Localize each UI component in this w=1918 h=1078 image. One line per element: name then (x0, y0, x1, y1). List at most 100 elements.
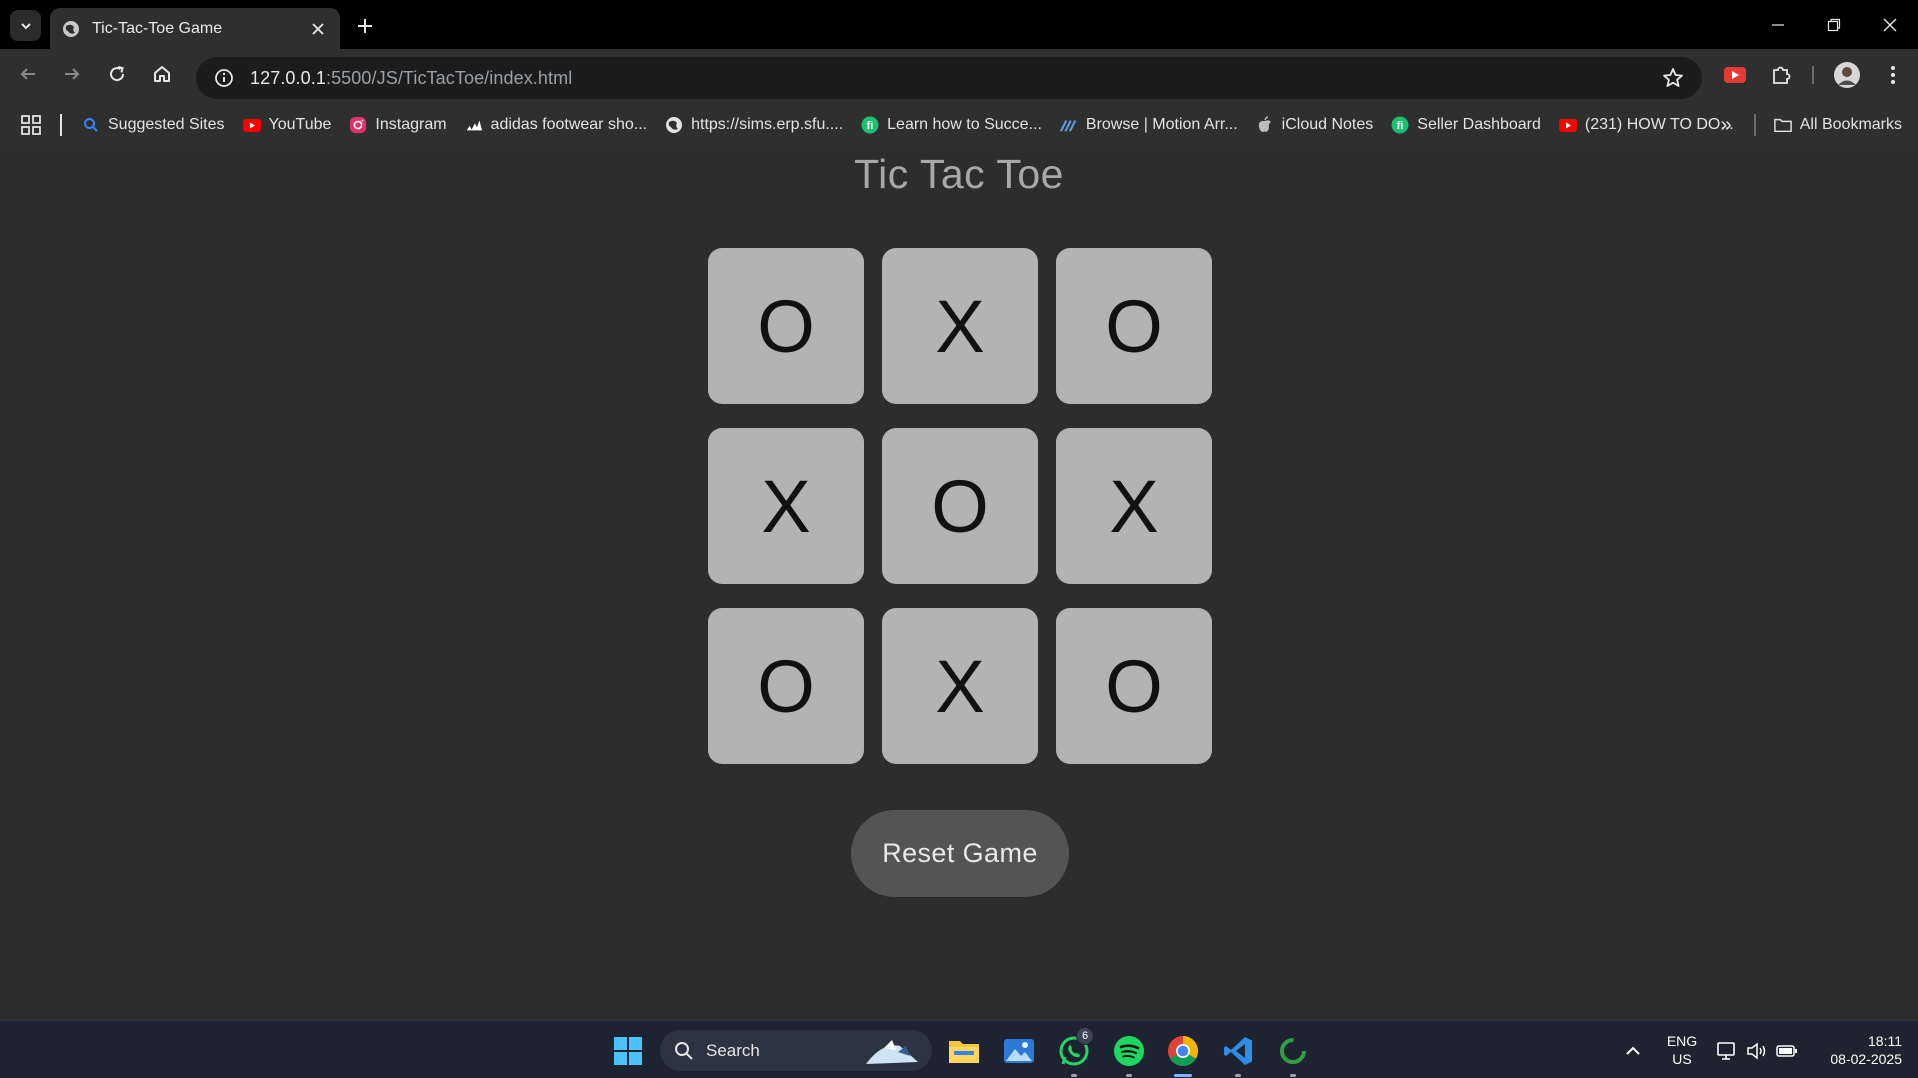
minimize-icon (1772, 23, 1784, 26)
more-bookmarks-icon[interactable]: » (1721, 114, 1732, 137)
board-cell-5[interactable]: O (882, 428, 1038, 584)
bookmark-label: Browse | Motion Arr... (1085, 116, 1238, 133)
svg-text:fi: fi (867, 120, 874, 132)
forward-button[interactable] (56, 58, 88, 90)
close-window-button[interactable] (1862, 0, 1918, 49)
photos-button[interactable] (999, 1031, 1039, 1071)
bookmark-item[interactable]: fi Seller Dashboard (1391, 116, 1541, 134)
loading-ring-icon (1280, 1038, 1306, 1064)
tab-active[interactable]: Tic-Tac-Toe Game (50, 8, 340, 49)
restore-button[interactable] (1806, 0, 1862, 49)
tab-close-icon[interactable] (308, 19, 328, 39)
url-path: :5500/JS/TicTacToe/index.html (325, 67, 573, 88)
whatsapp-button[interactable]: 6 (1054, 1027, 1094, 1077)
youtube-icon (242, 116, 261, 134)
bookmarks-bar: Suggested Sites YouTube Instagram adidas fo… (0, 99, 1918, 151)
bookmark-item[interactable]: fi Learn how to Succe... (861, 116, 1042, 134)
bookmark-label: adidas footwear sho... (490, 116, 648, 133)
puzzle-icon (1773, 66, 1791, 84)
all-bookmarks-button[interactable]: All Bookmarks (1773, 116, 1902, 134)
spotify-button[interactable] (1109, 1031, 1149, 1077)
url-text: 127.0.0.1:5500/JS/TicTacToe/index.html (250, 68, 572, 89)
taskbar-clock[interactable]: 18:11 08-02-2025 (1812, 1032, 1902, 1068)
bookmark-item[interactable]: https://sims.erp.sfu.... (665, 116, 843, 134)
windows-taskbar: Search 6 ENG US 18:11 08-02-2025 (0, 1020, 1918, 1078)
home-button[interactable] (146, 58, 178, 90)
bookmark-item[interactable]: Instagram (349, 116, 447, 134)
running-indicator (1235, 1074, 1241, 1077)
game-page: Tic Tac Toe O X O X O X O X O Reset Game (0, 151, 1918, 1020)
browser-titlebar: Tic-Tac-Toe Game (0, 0, 1918, 49)
profile-avatar[interactable] (1831, 59, 1863, 91)
bookmarks-divider (60, 114, 62, 136)
chrome-button[interactable] (1163, 1031, 1203, 1077)
language-code: ENG (1666, 1033, 1698, 1049)
region-code: US (1672, 1051, 1692, 1067)
home-icon (154, 66, 170, 82)
board-cell-1[interactable]: O (708, 248, 864, 404)
board-cell-6[interactable]: X (1056, 428, 1212, 584)
bookmark-label: Learn how to Succe... (887, 116, 1042, 133)
notification-badge: 6 (1076, 1027, 1094, 1045)
bookmark-item[interactable]: iCloud Notes (1256, 116, 1373, 134)
tab-title: Tic-Tac-Toe Game (92, 19, 223, 37)
youtube-extension-icon (1724, 67, 1746, 83)
running-indicator (1071, 1074, 1077, 1077)
bookmarks-right: » All Bookmarks (1721, 99, 1906, 151)
loading-app-button[interactable] (1273, 1031, 1313, 1077)
board-cell-3[interactable]: O (1056, 248, 1212, 404)
search-highlight-icon (866, 1040, 918, 1064)
board-cell-8[interactable]: X (882, 608, 1038, 764)
tab-search-button[interactable] (10, 10, 41, 41)
bookmark-star-icon[interactable] (1662, 67, 1684, 94)
search-icon (675, 1041, 693, 1060)
start-button[interactable] (608, 1031, 648, 1071)
bookmark-item[interactable]: adidas footwear sho... (465, 116, 648, 134)
chevron-down-icon (20, 22, 31, 29)
bookmark-label: (231) HOW TO DO... (1584, 116, 1734, 133)
vscode-icon (1224, 1037, 1252, 1065)
plus-icon (358, 19, 372, 33)
folder-icon (949, 1041, 979, 1063)
bookmark-list: Suggested Sites YouTube Instagram adidas fo… (82, 116, 1752, 134)
battery-button[interactable] (1767, 1031, 1807, 1071)
back-button[interactable] (12, 58, 44, 90)
browser-menu-button[interactable] (1877, 59, 1909, 91)
search-icon (82, 116, 100, 134)
vscode-button[interactable] (1218, 1031, 1258, 1077)
all-bookmarks-label: All Bookmarks (1799, 116, 1902, 133)
running-indicator (1290, 1074, 1296, 1077)
reload-icon (110, 66, 125, 82)
bookmark-item[interactable]: YouTube (242, 116, 332, 134)
apps-grid-icon[interactable] (20, 114, 42, 136)
motion-array-icon (1059, 116, 1078, 134)
speaker-icon (1747, 1042, 1766, 1060)
active-indicator (1174, 1074, 1192, 1077)
file-explorer-button[interactable] (944, 1031, 984, 1071)
bookmark-label: Instagram (375, 116, 447, 133)
address-bar[interactable]: 127.0.0.1:5500/JS/TicTacToe/index.html (196, 57, 1702, 99)
board-cell-9[interactable]: O (1056, 608, 1212, 764)
language-indicator[interactable]: ENG US (1664, 1032, 1700, 1068)
show-hidden-icons-button[interactable] (1613, 1031, 1653, 1071)
photos-icon (1004, 1039, 1034, 1063)
new-tab-button[interactable] (352, 13, 378, 39)
arrow-right-icon (65, 68, 80, 80)
extensions-button[interactable] (1765, 59, 1797, 91)
bookmark-label: YouTube (268, 116, 332, 133)
board-cell-4[interactable]: X (708, 428, 864, 584)
board-cell-2[interactable]: X (882, 248, 1038, 404)
bookmark-label: Seller Dashboard (1417, 116, 1541, 133)
taskbar-search[interactable]: Search (660, 1030, 932, 1071)
minimize-button[interactable] (1750, 0, 1806, 49)
board-cell-7[interactable]: O (708, 608, 864, 764)
reload-button[interactable] (101, 58, 133, 90)
bookmark-item[interactable]: Browse | Motion Arr... (1059, 116, 1238, 134)
extension-youtube-button[interactable] (1719, 59, 1751, 91)
bookmark-item[interactable]: Suggested Sites (82, 116, 225, 134)
taskbar-search-label: Search (706, 1040, 760, 1060)
site-info-icon[interactable] (204, 68, 244, 88)
game-board: O X O X O X O X O (708, 248, 1212, 764)
reset-game-button[interactable]: Reset Game (851, 810, 1069, 897)
bookmark-item[interactable]: (231) HOW TO DO... (1558, 116, 1734, 134)
